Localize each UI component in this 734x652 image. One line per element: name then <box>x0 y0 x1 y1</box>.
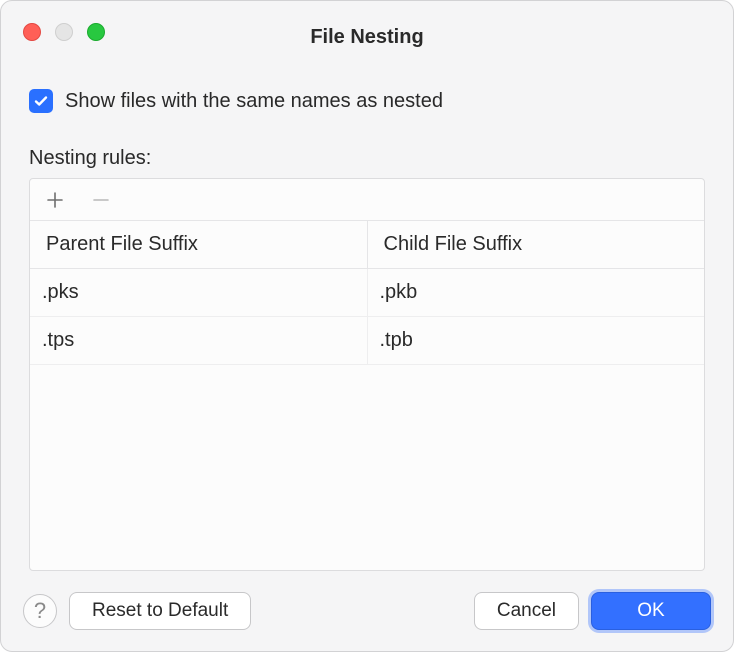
check-icon <box>33 93 49 109</box>
maximize-icon[interactable] <box>87 23 105 41</box>
plus-icon <box>46 191 64 209</box>
add-rule-button[interactable] <box>44 189 66 211</box>
cell-parent[interactable]: .pks <box>30 269 367 317</box>
rules-toolbar <box>30 179 704 221</box>
col-parent-suffix[interactable]: Parent File Suffix <box>30 221 367 269</box>
ok-button[interactable]: OK <box>591 592 711 630</box>
help-button[interactable]: ? <box>23 594 57 628</box>
rules-table: Parent File Suffix Child File Suffix .pk… <box>30 221 704 365</box>
rules-panel: Parent File Suffix Child File Suffix .pk… <box>29 178 705 571</box>
titlebar: File Nesting <box>1 1 733 53</box>
footer: ? Reset to Default Cancel OK <box>1 571 733 651</box>
minus-icon <box>92 191 110 209</box>
close-icon[interactable] <box>23 23 41 41</box>
show-nested-label: Show files with the same names as nested <box>65 90 443 113</box>
traffic-lights <box>23 23 105 41</box>
col-child-suffix[interactable]: Child File Suffix <box>367 221 704 269</box>
table-row[interactable]: .pks .pkb <box>30 269 704 317</box>
table-row[interactable]: .tps .tpb <box>30 317 704 365</box>
cell-child[interactable]: .tpb <box>367 317 704 365</box>
dialog-window: File Nesting Show files with the same na… <box>0 0 734 652</box>
cell-parent[interactable]: .tps <box>30 317 367 365</box>
reset-to-default-button[interactable]: Reset to Default <box>69 592 251 630</box>
window-title: File Nesting <box>1 26 733 49</box>
remove-rule-button[interactable] <box>90 189 112 211</box>
table-empty-area <box>30 365 704 570</box>
show-nested-checkbox-row[interactable]: Show files with the same names as nested <box>29 89 705 113</box>
cell-child[interactable]: .pkb <box>367 269 704 317</box>
content-area: Show files with the same names as nested… <box>1 53 733 571</box>
minimize-icon[interactable] <box>55 23 73 41</box>
rules-label: Nesting rules: <box>29 147 705 170</box>
cancel-button[interactable]: Cancel <box>474 592 579 630</box>
table-header-row: Parent File Suffix Child File Suffix <box>30 221 704 269</box>
show-nested-checkbox[interactable] <box>29 89 53 113</box>
